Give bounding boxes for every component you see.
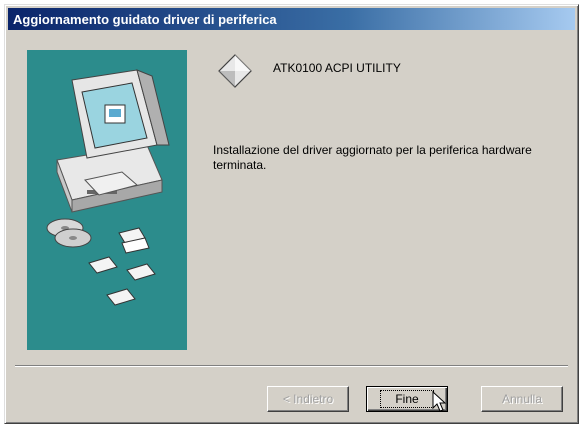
device-row: ATK0100 ACPI UTILITY — [217, 53, 401, 89]
device-name: ATK0100 ACPI UTILITY — [273, 61, 401, 75]
device-diamond-icon — [218, 54, 252, 88]
cancel-button[interactable]: Annulla — [481, 386, 563, 412]
finish-button-label: Fine — [380, 390, 434, 408]
wizard-side-illustration — [27, 50, 187, 350]
back-button[interactable]: < Indietro — [267, 386, 349, 412]
computer-with-discs-illustration — [46, 69, 170, 306]
title-bar[interactable]: Aggiornamento guidato driver di periferi… — [8, 8, 575, 30]
completion-message: Installazione del driver aggiornato per … — [213, 143, 532, 172]
mouse-pointer-icon — [432, 391, 447, 412]
button-separator — [15, 365, 568, 367]
wizard-dialog: Aggiornamento guidato driver di periferi… — [4, 4, 579, 424]
window-title: Aggiornamento guidato driver di periferi… — [13, 11, 277, 27]
